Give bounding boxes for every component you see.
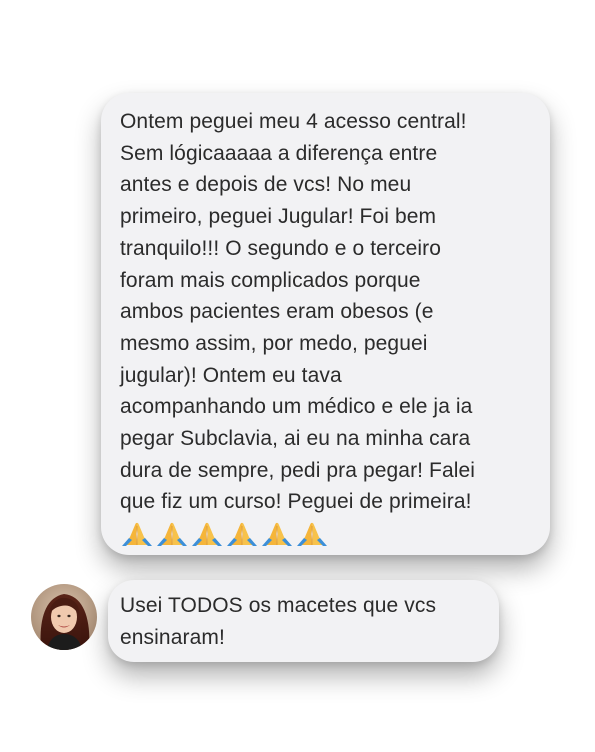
folded-hands-icon [297, 523, 327, 547]
message-line: jugular)! Ontem eu tava [120, 363, 342, 387]
folded-hands-icon [192, 523, 222, 547]
message-line: primeiro, peguei Jugular! Foi bem [120, 205, 437, 229]
message-bubble-first: Ontem peguei meu 4 acesso central! Sem l… [101, 93, 550, 555]
message-line: Usei TODOS os macetes que vcs [120, 594, 437, 617]
folded-hands-icon [262, 523, 292, 547]
message-bubble-second: Usei TODOS os macetes que vcs ensinaram! [108, 580, 499, 662]
message-line: antes e depois de vcs! No meu [120, 173, 412, 197]
user-avatar-photo [31, 584, 97, 650]
avatar[interactable] [31, 584, 97, 650]
message-line: mesmo assim, por medo, peguei [120, 331, 428, 355]
emoji-row [120, 520, 538, 547]
message-line: tranquilo!!! O segundo e o terceiro [120, 236, 442, 260]
message-line: dura de sempre, pedi pra pegar! Falei [120, 458, 476, 482]
folded-hands-icon [122, 523, 152, 547]
folded-hands-icon [157, 523, 187, 547]
folded-hands-icon [227, 523, 257, 547]
message-line: pegar Subclavia, ai eu na minha cara [120, 427, 471, 451]
message-line: acompanhando um médico e ele ja ia [120, 395, 473, 419]
message-line: ambos pacientes eram obesos (e [120, 300, 434, 324]
message-line: Sem lógicaaaaa a diferença entre [120, 141, 438, 165]
message-line: foram mais complicados porque [120, 268, 421, 292]
message-line: que fiz um curso! Peguei de primeira! [120, 490, 472, 514]
message-line: ensinaram! [120, 625, 225, 649]
message-line: Ontem peguei meu 4 acesso central! [120, 110, 467, 133]
